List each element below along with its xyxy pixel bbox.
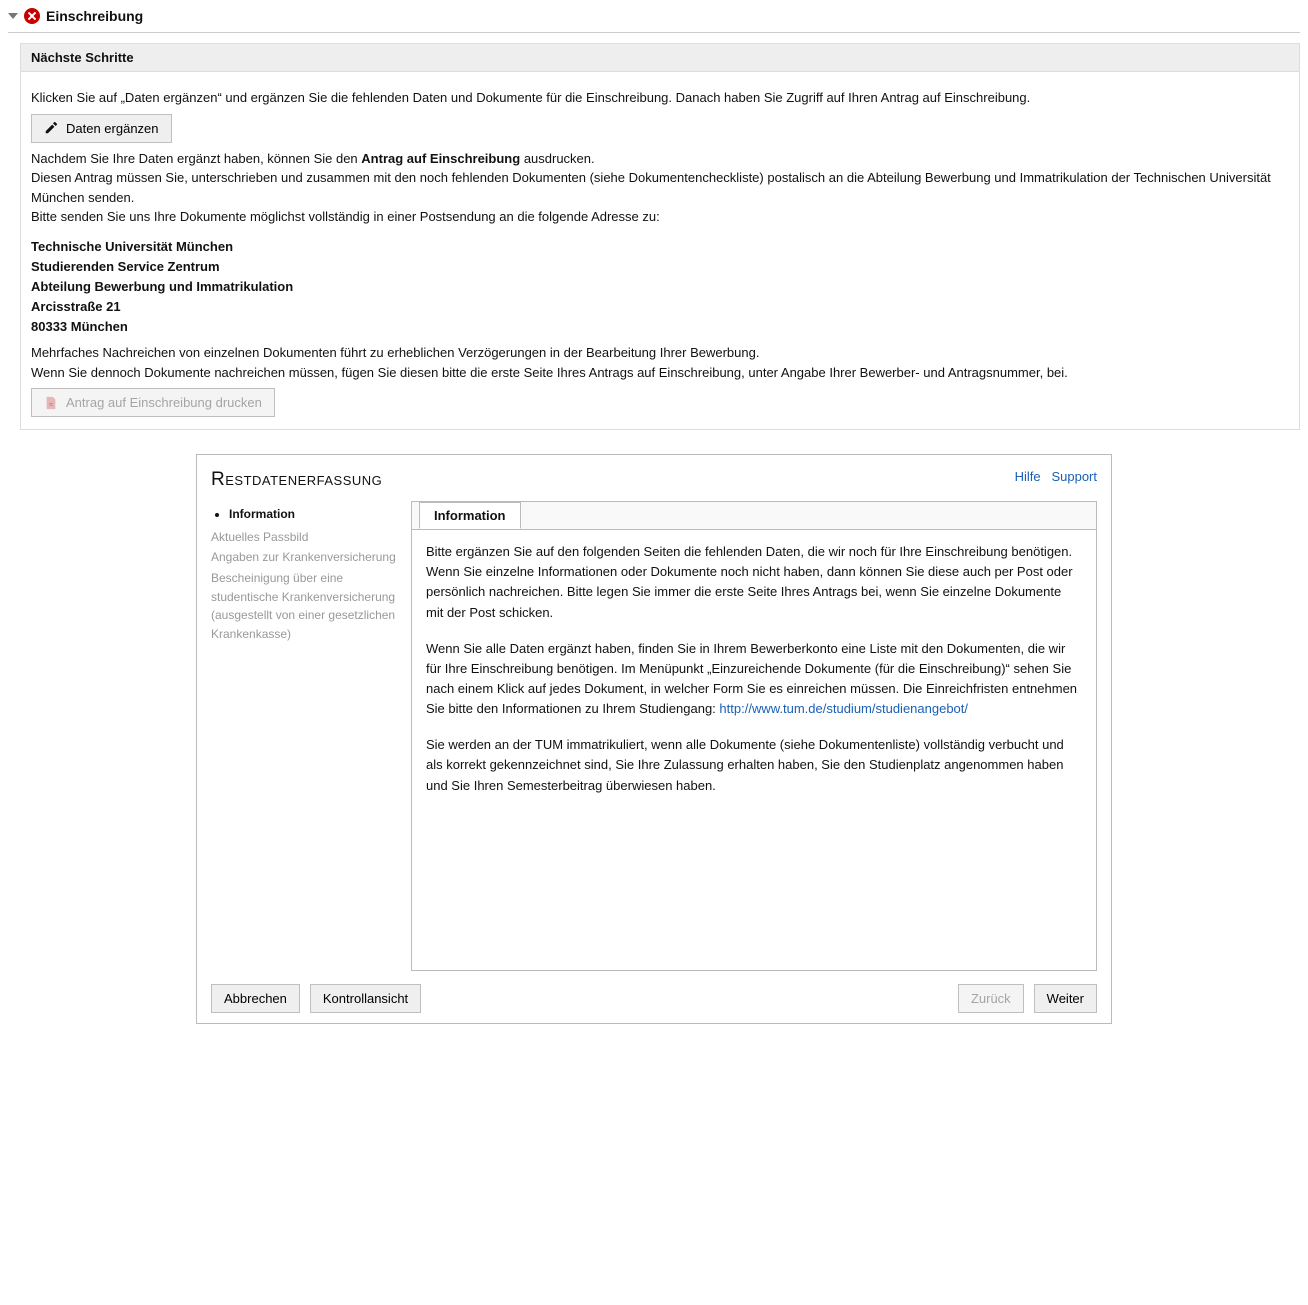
wizard-title: Restdatenerfassung bbox=[211, 469, 1097, 491]
addr-l4: Arcisstraße 21 bbox=[31, 297, 1289, 317]
after-text: Nachdem Sie Ihre Daten ergänzt haben, kö… bbox=[31, 149, 1289, 227]
after1c: ausdrucken. bbox=[524, 151, 595, 166]
error-icon bbox=[24, 8, 40, 24]
addr-l1: Technische Universität München bbox=[31, 237, 1289, 257]
daten-ergaenzen-button[interactable]: Daten ergänzen bbox=[31, 114, 172, 143]
divider bbox=[8, 32, 1300, 33]
address-block: Technische Universität München Studieren… bbox=[31, 237, 1289, 338]
tab-information[interactable]: Information bbox=[419, 502, 521, 529]
collapse-arrow-icon[interactable] bbox=[8, 13, 18, 19]
after1b: Antrag auf Einschreibung bbox=[361, 151, 520, 166]
wizard-box: Restdatenerfassung Hilfe Support Informa… bbox=[196, 454, 1112, 1024]
pdf-icon bbox=[44, 396, 58, 410]
info-p3: Sie werden an der TUM immatrikuliert, we… bbox=[426, 735, 1082, 795]
support-link[interactable]: Support bbox=[1051, 469, 1097, 484]
next-steps-heading: Nächste Schritte bbox=[21, 44, 1299, 72]
daten-ergaenzen-label: Daten ergänzen bbox=[66, 121, 159, 136]
wizard-nav: Information Aktuelles Passbild Angaben z… bbox=[211, 501, 411, 971]
note2: Wenn Sie dennoch Dokumente nachreichen m… bbox=[31, 365, 1068, 380]
help-links: Hilfe Support bbox=[1015, 469, 1097, 484]
after3: Bitte senden Sie uns Ihre Dokumente mögl… bbox=[31, 209, 660, 224]
addr-l3: Abteilung Bewerbung und Immatrikulation bbox=[31, 277, 1289, 297]
panel-title: Einschreibung bbox=[46, 8, 143, 24]
kontrollansicht-button[interactable]: Kontrollansicht bbox=[310, 984, 421, 1013]
notes: Mehrfaches Nachreichen von einzelnen Dok… bbox=[31, 343, 1289, 382]
info-p2: Wenn Sie alle Daten ergänzt haben, finde… bbox=[426, 639, 1082, 720]
hilfe-link[interactable]: Hilfe bbox=[1015, 469, 1041, 484]
after2: Diesen Antrag müssen Sie, unterschrieben… bbox=[31, 170, 1271, 205]
next-steps-box: Nächste Schritte Klicken Sie auf „Daten … bbox=[20, 43, 1300, 430]
abbrechen-button[interactable]: Abbrechen bbox=[211, 984, 300, 1013]
nav-passbild[interactable]: Aktuelles Passbild bbox=[211, 528, 401, 547]
info-p1: Bitte ergänzen Sie auf den folgenden Sei… bbox=[426, 542, 1082, 623]
nav-information[interactable]: Information bbox=[229, 505, 401, 524]
intro-text: Klicken Sie auf „Daten ergänzen“ und erg… bbox=[31, 88, 1289, 108]
nav-krankenversicherung[interactable]: Angaben zur Krankenversicherung bbox=[211, 548, 401, 567]
studienangebot-link[interactable]: http://www.tum.de/studium/studienangebot… bbox=[719, 701, 968, 716]
weiter-button[interactable]: Weiter bbox=[1034, 984, 1097, 1013]
print-antrag-button: Antrag auf Einschreibung drucken bbox=[31, 388, 275, 417]
after1a: Nachdem Sie Ihre Daten ergänzt haben, kö… bbox=[31, 151, 361, 166]
nav-bescheinigung[interactable]: Bescheinigung über eine studentische Kra… bbox=[211, 569, 401, 643]
pencil-icon bbox=[44, 121, 58, 135]
print-antrag-label: Antrag auf Einschreibung drucken bbox=[66, 395, 262, 410]
einschreibung-header: Einschreibung bbox=[8, 8, 1300, 24]
addr-l2: Studierenden Service Zentrum bbox=[31, 257, 1289, 277]
addr-l5: 80333 München bbox=[31, 317, 1289, 337]
zurueck-button: Zurück bbox=[958, 984, 1024, 1013]
wizard-content: Information Bitte ergänzen Sie auf den f… bbox=[411, 501, 1097, 971]
note1: Mehrfaches Nachreichen von einzelnen Dok… bbox=[31, 345, 759, 360]
